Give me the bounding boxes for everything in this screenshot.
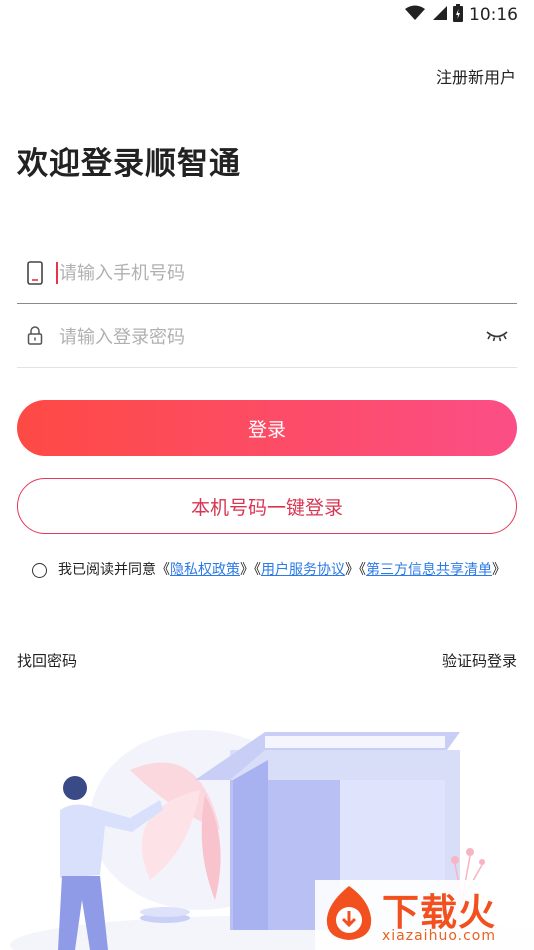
status-icons: 10:16 (405, 4, 518, 26)
agreement-prefix: 我已阅读并同意《 (58, 562, 170, 578)
signal-icon (431, 5, 447, 25)
battery-icon (453, 4, 463, 26)
sms-login-link[interactable]: 验证码登录 (442, 650, 517, 671)
agreement: 我已阅读并同意《隐私权政策》《用户服务协议》《第三方信息共享清单》 (32, 560, 522, 580)
login-button[interactable]: 登录 (17, 400, 517, 456)
one-click-login-button[interactable]: 本机号码一键登录 (17, 478, 517, 534)
status-clock: 10:16 (469, 5, 518, 25)
page-title: 欢迎登录顺智通 (17, 146, 241, 182)
eye-closed-icon[interactable] (485, 327, 509, 347)
register-link[interactable]: 注册新用户 (436, 64, 516, 88)
privacy-policy-link[interactable]: 隐私权政策 (170, 562, 240, 578)
phone-field (17, 241, 517, 304)
password-input[interactable] (57, 315, 461, 359)
wifi-icon (405, 5, 425, 25)
agreement-separator: 》《 (240, 562, 261, 578)
agreement-text: 我已阅读并同意《隐私权政策》《用户服务协议》《第三方信息共享清单》 (58, 560, 522, 580)
service-agreement-link[interactable]: 用户服务协议 (261, 562, 345, 578)
watermark-url: xiazaihuo.com (382, 928, 496, 944)
recover-password-link[interactable]: 找回密码 (17, 650, 77, 671)
agree-radio[interactable] (32, 563, 47, 578)
status-bar: 10:16 (0, 0, 534, 28)
phone-input[interactable] (57, 251, 461, 295)
lock-icon (27, 325, 43, 349)
watermark: 下载火 xiazaihuo.com (315, 880, 534, 950)
flame-logo-icon (319, 882, 379, 946)
phone-icon (27, 261, 43, 289)
agreement-separator: 》《 (345, 562, 366, 578)
third-party-sharing-link[interactable]: 第三方信息共享清单 (366, 562, 492, 578)
password-field (17, 305, 517, 368)
agreement-suffix: 》 (492, 562, 506, 578)
